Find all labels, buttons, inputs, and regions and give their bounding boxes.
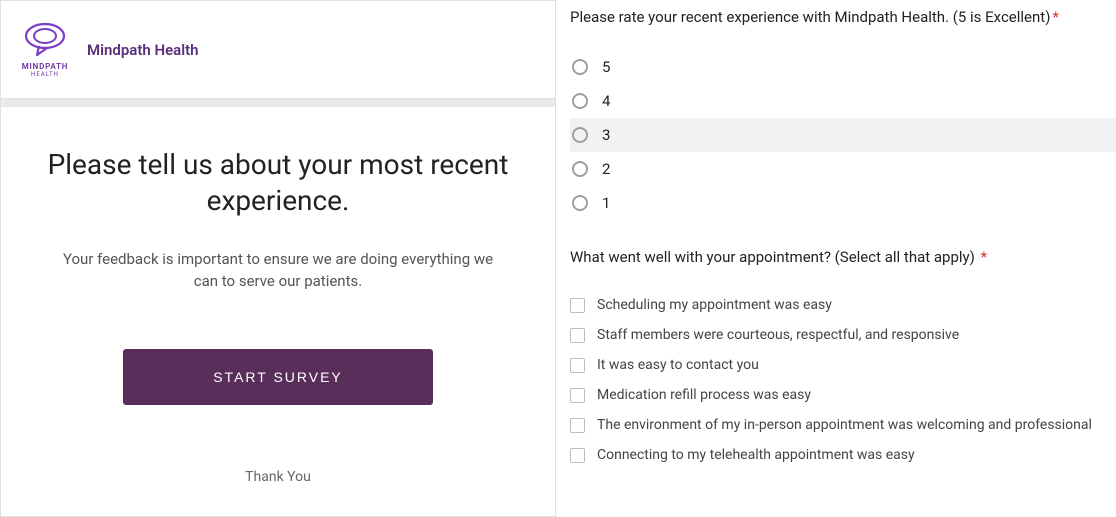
rating-option-label: 1 [602, 194, 610, 212]
question-checkbox-text: What went well with your appointment? (S… [570, 248, 979, 266]
checkbox-option-label: Staff members were courteous, respectful… [597, 327, 959, 343]
checkbox-group: Scheduling my appointment was easy Staff … [570, 290, 1116, 470]
start-survey-button[interactable]: START SURVEY [123, 349, 433, 405]
radio-icon [572, 195, 588, 211]
checkbox-icon [570, 298, 585, 313]
rating-option-1[interactable]: 1 [570, 186, 1116, 220]
checkbox-icon [570, 358, 585, 373]
intro-content: Please tell us about your most recent ex… [1, 107, 555, 485]
right-panel: Please rate your recent experience with … [556, 0, 1116, 517]
rating-option-label: 3 [602, 126, 610, 144]
brain-speech-icon [21, 21, 69, 61]
brand-name: Mindpath Health [87, 41, 199, 59]
radio-icon [572, 93, 588, 109]
header: MINDPATH HEALTH Mindpath Health [1, 1, 555, 99]
checkbox-option-0[interactable]: Scheduling my appointment was easy [570, 290, 1116, 320]
checkbox-option-label: The environment of my in-person appointm… [597, 417, 1092, 433]
checkbox-option-1[interactable]: Staff members were courteous, respectful… [570, 320, 1116, 350]
required-asterisk: * [1052, 8, 1058, 26]
checkbox-option-label: Medication refill process was easy [597, 387, 811, 403]
rating-option-4[interactable]: 4 [570, 84, 1116, 118]
intro-subtitle: Your feedback is important to ensure we … [41, 248, 515, 293]
checkbox-option-3[interactable]: Medication refill process was easy [570, 380, 1116, 410]
required-asterisk: * [981, 248, 987, 266]
checkbox-icon [570, 328, 585, 343]
rating-option-label: 4 [602, 92, 610, 110]
rating-option-label: 5 [602, 58, 610, 76]
question-rating-text: Please rate your recent experience with … [570, 8, 1050, 26]
checkbox-icon [570, 448, 585, 463]
radio-icon [572, 59, 588, 75]
rating-radio-group: 5 4 3 2 1 [570, 50, 1116, 220]
question-rating: Please rate your recent experience with … [570, 8, 1116, 26]
intro-title: Please tell us about your most recent ex… [41, 147, 515, 220]
question-checkbox: What went well with your appointment? (S… [570, 248, 1116, 266]
checkbox-option-label: Connecting to my telehealth appointment … [597, 447, 915, 463]
checkbox-icon [570, 418, 585, 433]
checkbox-option-2[interactable]: It was easy to contact you [570, 350, 1116, 380]
left-panel: MINDPATH HEALTH Mindpath Health Please t… [0, 0, 556, 517]
logo-text-sub: HEALTH [31, 71, 59, 78]
radio-icon [572, 161, 588, 177]
rating-option-label: 2 [602, 160, 610, 178]
rating-option-5[interactable]: 5 [570, 50, 1116, 84]
checkbox-icon [570, 388, 585, 403]
checkbox-option-4[interactable]: The environment of my in-person appointm… [570, 410, 1116, 440]
checkbox-option-label: It was easy to contact you [597, 357, 759, 373]
radio-icon [572, 127, 588, 143]
divider-bar [1, 99, 555, 107]
rating-option-2[interactable]: 2 [570, 152, 1116, 186]
checkbox-option-label: Scheduling my appointment was easy [597, 297, 832, 313]
logo-text-main: MINDPATH [22, 63, 69, 72]
thank-you-text: Thank You [41, 469, 515, 485]
checkbox-option-5[interactable]: Connecting to my telehealth appointment … [570, 440, 1116, 470]
logo: MINDPATH HEALTH [21, 21, 69, 79]
rating-option-3[interactable]: 3 [570, 118, 1116, 152]
